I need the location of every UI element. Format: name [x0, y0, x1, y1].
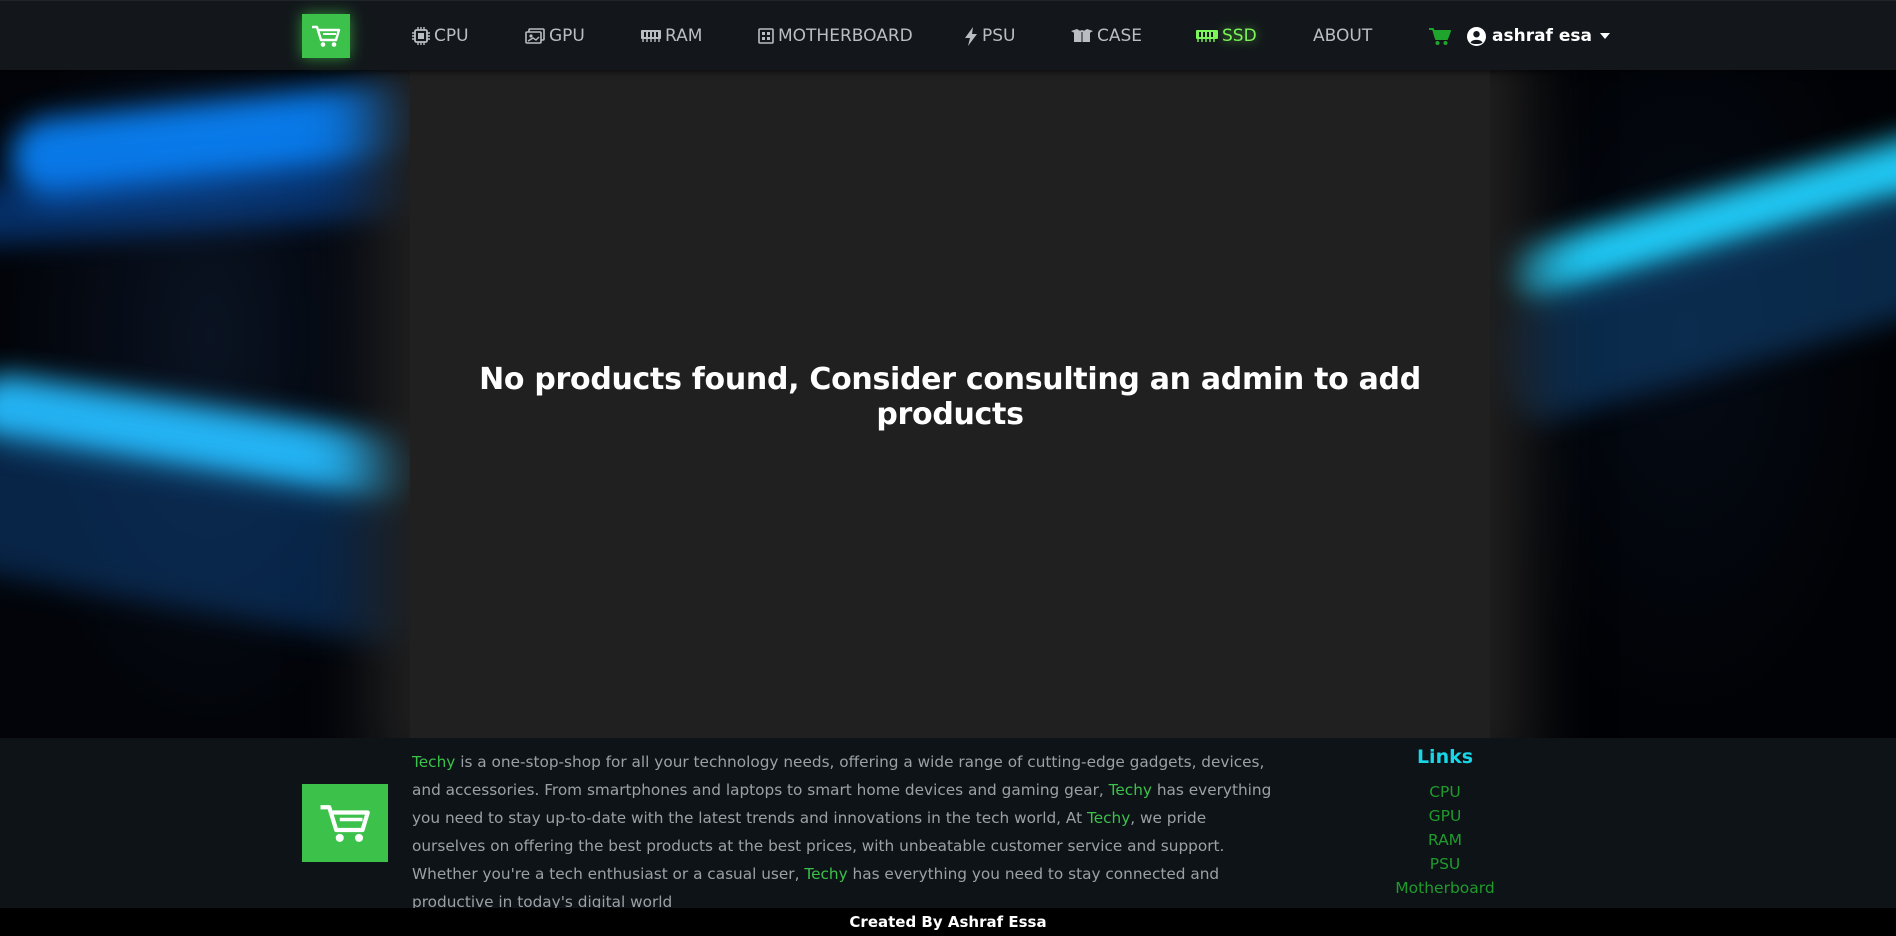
nav-label: CPU: [434, 26, 469, 46]
nav-link-ram[interactable]: RAM: [641, 1, 702, 71]
top-navbar: CPU GPU RAM MOTHERBOARD PSU CASE SSD ABO…: [0, 0, 1896, 70]
brand-name: Techy: [1086, 809, 1131, 827]
footer-link-motherboard[interactable]: Motherboard: [1380, 876, 1510, 900]
nav-label: GPU: [549, 26, 585, 46]
nav-label: PSU: [982, 26, 1016, 46]
brand-name: Techy: [804, 865, 848, 883]
footer-link-cpu[interactable]: CPU: [1380, 780, 1510, 804]
nav-link-cpu[interactable]: CPU: [412, 1, 469, 71]
gpu-icon: [525, 28, 545, 44]
nav-label: SSD: [1222, 26, 1257, 46]
ram-icon: [641, 30, 661, 42]
shopping-cart-icon: [320, 805, 370, 842]
nav-label: RAM: [665, 26, 703, 46]
nav-link-gpu[interactable]: GPU: [525, 1, 585, 71]
empty-products-message: No products found, Consider consulting a…: [479, 362, 1421, 432]
bolt-icon: [965, 26, 977, 46]
nav-link-ssd[interactable]: SSD: [1196, 1, 1257, 71]
nav-label: MOTHERBOARD: [778, 26, 913, 46]
credits-bar: Created By Ashraf Essa: [0, 908, 1896, 936]
hero-background-left: [0, 70, 420, 738]
hero-content-panel: No products found, Consider consulting a…: [410, 70, 1490, 738]
nav-label: ABOUT: [1313, 26, 1373, 46]
hero-section: No products found, Consider consulting a…: [0, 70, 1896, 738]
brand-name: Techy: [412, 753, 456, 771]
hero-background-right: [1476, 70, 1896, 738]
footer-link-psu[interactable]: PSU: [1380, 852, 1510, 876]
box-icon: [1071, 29, 1093, 42]
footer-description: Techy is a one-stop-shop for all your te…: [412, 748, 1272, 916]
user-circle-icon: [1467, 26, 1486, 46]
footer-links-list: CPU GPU RAM PSU Motherboard: [1380, 780, 1510, 900]
credit-text: Created By Ashraf Essa: [849, 913, 1047, 931]
cpu-icon: [412, 27, 430, 45]
cart-icon: [1429, 27, 1451, 45]
motherboard-icon: [758, 28, 774, 44]
shopping-cart-icon: [312, 25, 341, 47]
nav-label: CASE: [1097, 26, 1143, 46]
cart-button[interactable]: [1429, 1, 1451, 71]
footer-logo[interactable]: [302, 784, 388, 862]
site-footer: Techy is a one-stop-shop for all your te…: [0, 738, 1896, 911]
footer-link-gpu[interactable]: GPU: [1380, 804, 1510, 828]
nav-link-psu[interactable]: PSU: [964, 1, 1016, 71]
user-menu-toggle[interactable]: ashraf esa: [1467, 1, 1610, 71]
chevron-down-icon: [1599, 33, 1610, 39]
nav-link-about[interactable]: ABOUT: [1313, 1, 1372, 71]
nav-link-case[interactable]: CASE: [1071, 1, 1142, 71]
nav-link-motherboard[interactable]: MOTHERBOARD: [758, 1, 913, 71]
memory-icon: [1196, 30, 1218, 42]
home-logo-button[interactable]: [302, 14, 350, 58]
brand-name: Techy: [1108, 781, 1152, 799]
user-name: ashraf esa: [1492, 26, 1592, 46]
footer-links-title: Links: [1416, 746, 1474, 768]
footer-link-ram[interactable]: RAM: [1380, 828, 1510, 852]
